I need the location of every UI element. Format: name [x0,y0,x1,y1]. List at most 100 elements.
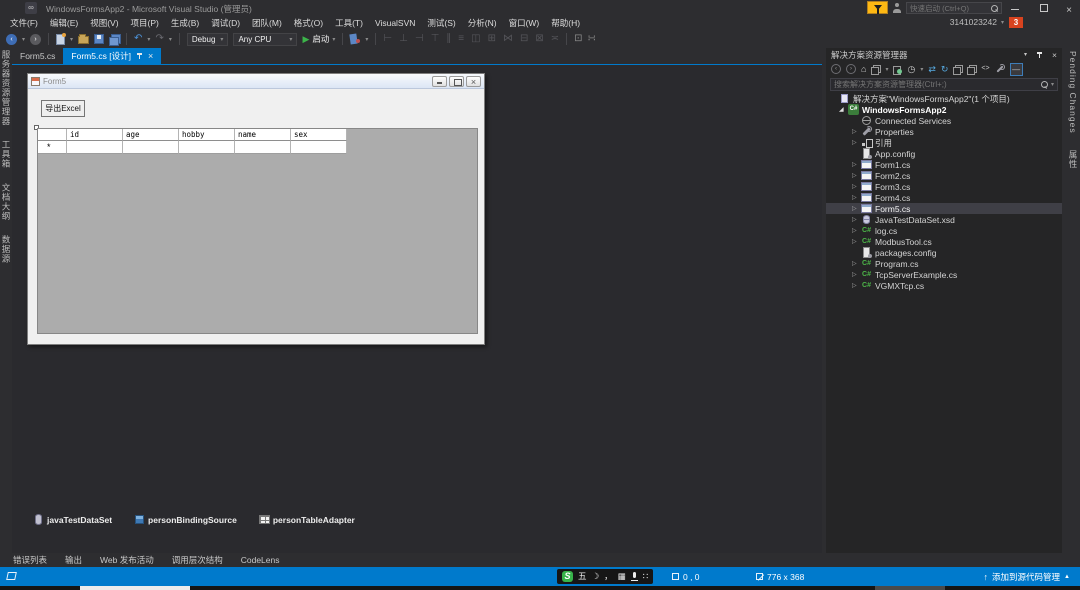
sync-with-active-document-icon[interactable] [893,65,902,74]
expander-icon[interactable] [852,260,861,267]
tree-row[interactable]: Form5.cs [826,203,1062,214]
tree-row[interactable]: Properties [826,126,1062,137]
layout-align-icon[interactable]: ⊢ [383,33,392,45]
chevron-down-icon[interactable]: ▾ [1051,81,1054,88]
nested-files-icon[interactable] [953,65,962,74]
undo-icon[interactable]: ↶ [134,33,142,45]
minimize-button[interactable] [1004,0,1026,14]
menu-item[interactable]: 窗口(W) [503,16,546,30]
pin-icon[interactable] [1036,51,1043,59]
tree-row[interactable]: Form4.cs [826,192,1062,203]
tool-window-tab[interactable]: 属性 [1067,150,1079,169]
menu-item[interactable]: 工具(T) [329,16,369,30]
expander-icon[interactable] [852,227,861,234]
bottom-panel-tab[interactable]: 错误列表 [6,553,54,567]
ime-toolbar[interactable]: S 五 ☽ ， ▦ ∷ [557,569,653,584]
chevron-down-icon[interactable]: ▾ [147,36,150,43]
soft-keyboard-icon[interactable]: ▦ [618,569,626,584]
microphone-icon[interactable] [631,572,638,581]
menu-item[interactable]: 分析(N) [462,16,503,30]
chevron-down-icon[interactable]: ▾ [920,66,923,73]
expander-icon[interactable] [852,139,861,146]
expander-icon[interactable] [852,128,861,135]
expander-icon[interactable] [852,238,861,245]
sync-icon[interactable]: ⇄ [928,62,936,76]
expander-icon[interactable] [839,106,848,113]
layout-align-icon[interactable]: ≡ [458,33,464,45]
menu-item[interactable]: 测试(S) [421,16,461,30]
navigate-forward-icon[interactable]: › [30,34,41,45]
tool-window-tab[interactable]: 文档大纲 [0,183,12,221]
menu-item[interactable]: 生成(B) [165,16,205,30]
tray-component[interactable]: personBindingSource [134,514,237,525]
menu-item[interactable]: 格式(O) [288,16,329,30]
menu-item[interactable]: 编辑(E) [44,16,84,30]
menu-item[interactable]: 调试(D) [205,16,246,30]
tree-row[interactable]: Form2.cs [826,170,1062,181]
menu-item[interactable]: 团队(M) [246,16,288,30]
expander-icon[interactable] [852,205,861,212]
expander-icon[interactable] [852,282,861,289]
bottom-panel-tab[interactable]: 输出 [58,553,89,567]
solution-explorer-search-input[interactable] [834,80,1038,89]
tree-row[interactable]: Connected Services [826,115,1062,126]
bottom-panel-tab[interactable]: 调用层次结构 [165,553,230,567]
layout-align-icon[interactable]: ∥ [446,33,451,45]
menu-item[interactable]: 文件(F) [4,16,44,30]
expander-icon[interactable] [852,172,861,179]
chevron-down-icon[interactable]: ▾ [70,36,73,43]
tree-row[interactable]: App.config [826,148,1062,159]
solution-explorer-search-box[interactable]: ▾ [830,78,1058,91]
format-tool-icon[interactable]: ⊡ [574,33,582,45]
tree-row[interactable]: Form1.cs [826,159,1062,170]
new-file-icon[interactable] [56,34,65,45]
tree-row[interactable]: VGMXTcp.cs [826,280,1062,291]
tab-form5-designer[interactable]: Form5.cs [设计] × [63,48,161,64]
restore-button[interactable] [1032,0,1054,14]
debug-tool-icon[interactable] [350,34,360,44]
tree-row[interactable]: WindowsFormsApp2 [826,104,1062,115]
show-all-files-icon[interactable] [967,65,976,74]
expander-icon[interactable] [852,216,861,223]
open-file-icon[interactable] [78,36,89,44]
moon-icon[interactable]: ☽ [592,569,600,584]
ime-menu-icon[interactable]: ∷ [643,569,648,584]
pin-icon[interactable] [136,52,143,60]
export-excel-button[interactable]: 导出Excel [41,100,85,117]
clock-icon[interactable]: ◷ [907,62,915,76]
tool-window-tab[interactable]: Pending Changes [1068,51,1078,134]
menu-item[interactable]: VisualSVN [369,16,421,30]
menu-item[interactable]: 项目(P) [125,16,165,30]
bottom-panel-tab[interactable]: CodeLens [234,554,287,566]
chevron-down-icon[interactable]: ▾ [365,36,368,43]
datagridview-control[interactable]: idagehobbynamesex * [37,128,478,334]
redo-icon[interactable]: ↷ [155,33,163,45]
layout-align-icon[interactable]: ⊤ [431,33,440,45]
tree-row[interactable]: ModbusTool.cs [826,236,1062,247]
solution-platform-dropdown[interactable]: Any CPU▾ [233,33,297,46]
navigate-back-icon[interactable]: ‹ [6,34,17,45]
view-code-icon[interactable]: <> [981,62,989,76]
home-icon[interactable]: ⌂ [861,62,866,76]
chevron-down-icon[interactable]: ▾ [885,66,888,73]
account-id[interactable]: 3141023242▾ [950,17,1004,27]
refresh-icon[interactable]: ↻ [941,62,949,76]
ime-mode-label[interactable]: 五 [578,569,587,584]
collapse-all-toggle[interactable]: — [1010,63,1023,76]
punctuation-mode-label[interactable]: ， [604,569,613,584]
visualsvn-flag-button[interactable] [867,1,888,14]
menu-item[interactable]: 视图(V) [84,16,124,30]
solution-configuration-dropdown[interactable]: Debug▾ [187,33,229,46]
tree-row[interactable]: Form3.cs [826,181,1062,192]
tree-row[interactable]: log.cs [826,225,1062,236]
tray-component[interactable]: javaTestDataSet [33,514,112,525]
chevron-down-icon[interactable]: ▾ [169,36,172,43]
add-to-source-control-button[interactable]: ↑ 添加到源代码管理 ▲ [984,567,1070,586]
layout-align-icon[interactable]: ⊣ [415,33,424,45]
form-title-bar[interactable]: Form5 [28,74,484,89]
user-account-icon[interactable] [892,3,902,13]
tree-row[interactable]: Program.cs [826,258,1062,269]
pending-changes-filter-icon[interactable] [871,65,880,74]
expander-icon[interactable] [852,161,861,168]
tool-window-tab[interactable]: 服务器资源管理器 [0,50,12,126]
